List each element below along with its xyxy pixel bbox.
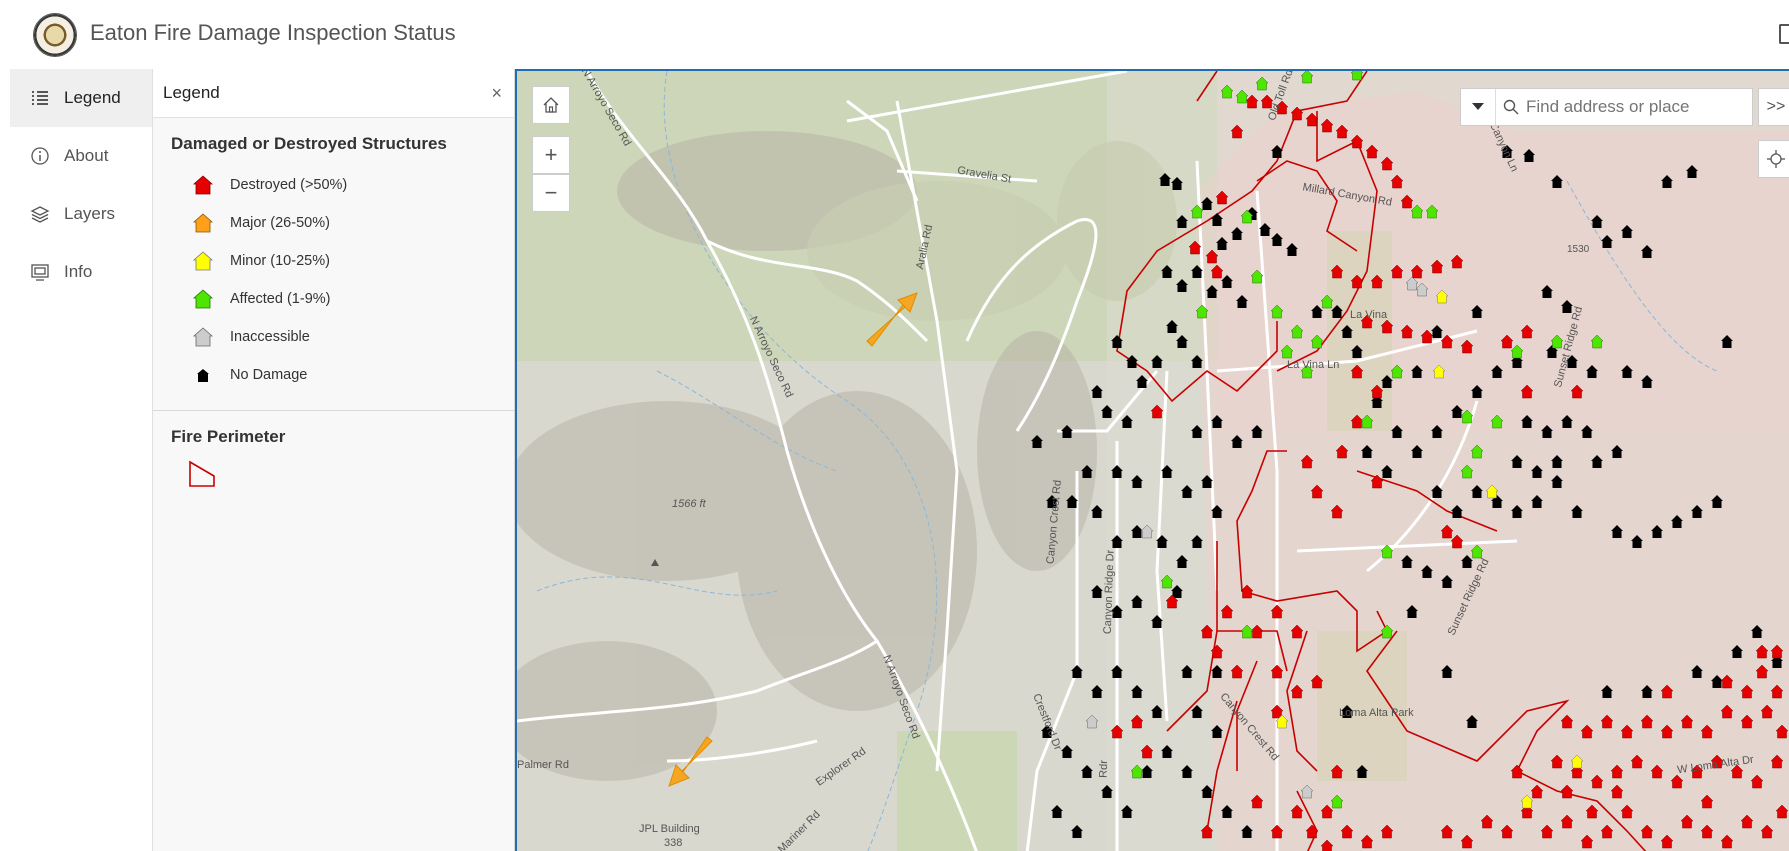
county-seal-logo	[33, 13, 77, 57]
close-icon[interactable]: ×	[491, 83, 502, 104]
house-inaccessible-icon	[192, 327, 214, 347]
side-nav-rail: Legend About Layers Info	[10, 69, 153, 851]
nav-item-about[interactable]: About	[10, 127, 152, 185]
map-label-jpl: JPL Building	[639, 823, 700, 835]
locate-button[interactable]	[1758, 140, 1789, 178]
house-major-icon	[192, 213, 214, 233]
house-no-damage-icon	[197, 369, 209, 382]
nav-item-label: Legend	[64, 88, 121, 107]
home-button[interactable]	[532, 86, 570, 124]
caret-down-icon	[1472, 103, 1484, 110]
perimeter-legend-section: Fire Perimeter	[153, 411, 514, 530]
legend-item-label: Destroyed (>50%)	[230, 177, 348, 193]
info-card-icon	[31, 264, 49, 281]
legend-item-major: Major (26-50%)	[171, 204, 496, 242]
house-destroyed-icon	[192, 175, 214, 195]
app-header: Eaton Fire Damage Inspection Status	[0, 0, 1789, 69]
double-chevron-right-icon: >>	[1766, 98, 1786, 115]
plus-icon: +	[544, 142, 558, 167]
legend-item-label: Minor (10-25%)	[230, 253, 330, 269]
map-label-palmer: Palmer Rd	[517, 759, 569, 771]
search-widget	[1460, 88, 1753, 126]
legend-item-label: Major (26-50%)	[230, 215, 330, 231]
nav-item-layers[interactable]: Layers	[10, 185, 152, 243]
app-title: Eaton Fire Damage Inspection Status	[90, 20, 456, 45]
legend-panel: Legend × Damaged or Destroyed Structures…	[153, 69, 515, 851]
legend-item-no-damage: No Damage	[171, 356, 496, 394]
layers-icon	[30, 206, 50, 223]
sign-in-icon[interactable]	[1779, 24, 1789, 44]
map-label-elevation: 1566 ft	[672, 498, 706, 510]
damage-legend-section: Damaged or Destroyed Structures Destroye…	[153, 118, 514, 411]
search-input[interactable]	[1526, 97, 1726, 117]
perimeter-section-title: Fire Perimeter	[171, 427, 286, 446]
fire-perimeter-symbol-icon	[187, 459, 496, 494]
nav-item-label: Info	[64, 262, 93, 281]
basemap-terrain	[517, 71, 1789, 851]
map-label-la-vina-ln: La Vina Ln	[1287, 359, 1340, 371]
nav-item-label: About	[64, 146, 109, 165]
legend-list-icon	[32, 91, 48, 105]
zoom-out-button[interactable]: −	[532, 174, 570, 212]
legend-item-label: No Damage	[230, 367, 308, 383]
map-view[interactable]: Gravelia St Aralia Rd N Arroyo Seco Rd N…	[515, 69, 1789, 851]
home-icon	[543, 97, 559, 113]
map-label-rdr: Rdr	[1097, 759, 1111, 779]
info-circle-icon	[31, 147, 49, 165]
legend-item-affected: Affected (1-9%)	[171, 280, 496, 318]
damage-section-title: Damaged or Destroyed Structures	[171, 134, 447, 153]
legend-item-label: Affected (1-9%)	[230, 291, 331, 307]
legend-item-destroyed: Destroyed (>50%)	[171, 166, 496, 204]
legend-item-label: Inaccessible	[230, 329, 310, 345]
house-minor-icon	[192, 251, 214, 271]
map-label-1530: 1530	[1567, 244, 1590, 255]
map-label-jpl-num: 338	[664, 837, 683, 849]
search-source-dropdown[interactable]	[1461, 89, 1496, 125]
zoom-in-button[interactable]: +	[532, 136, 570, 174]
nav-item-label: Layers	[64, 204, 116, 223]
minus-icon: −	[544, 180, 558, 205]
legend-panel-header: Legend ×	[153, 69, 514, 118]
legend-item-minor: Minor (10-25%)	[171, 242, 496, 280]
nav-item-legend[interactable]: Legend	[10, 69, 152, 127]
legend-item-inaccessible: Inaccessible	[171, 318, 496, 356]
panel-title: Legend	[163, 83, 220, 102]
expand-toolbar-button[interactable]: >>	[1758, 88, 1789, 126]
locate-crosshair-icon	[1767, 150, 1785, 168]
search-icon	[1496, 99, 1526, 115]
map-label-la-vina: La Vina	[1350, 309, 1388, 321]
map-label-loma-alta-park: Loma Alta Park	[1339, 707, 1414, 719]
house-affected-icon	[192, 289, 214, 309]
nav-item-info[interactable]: Info	[10, 243, 152, 301]
